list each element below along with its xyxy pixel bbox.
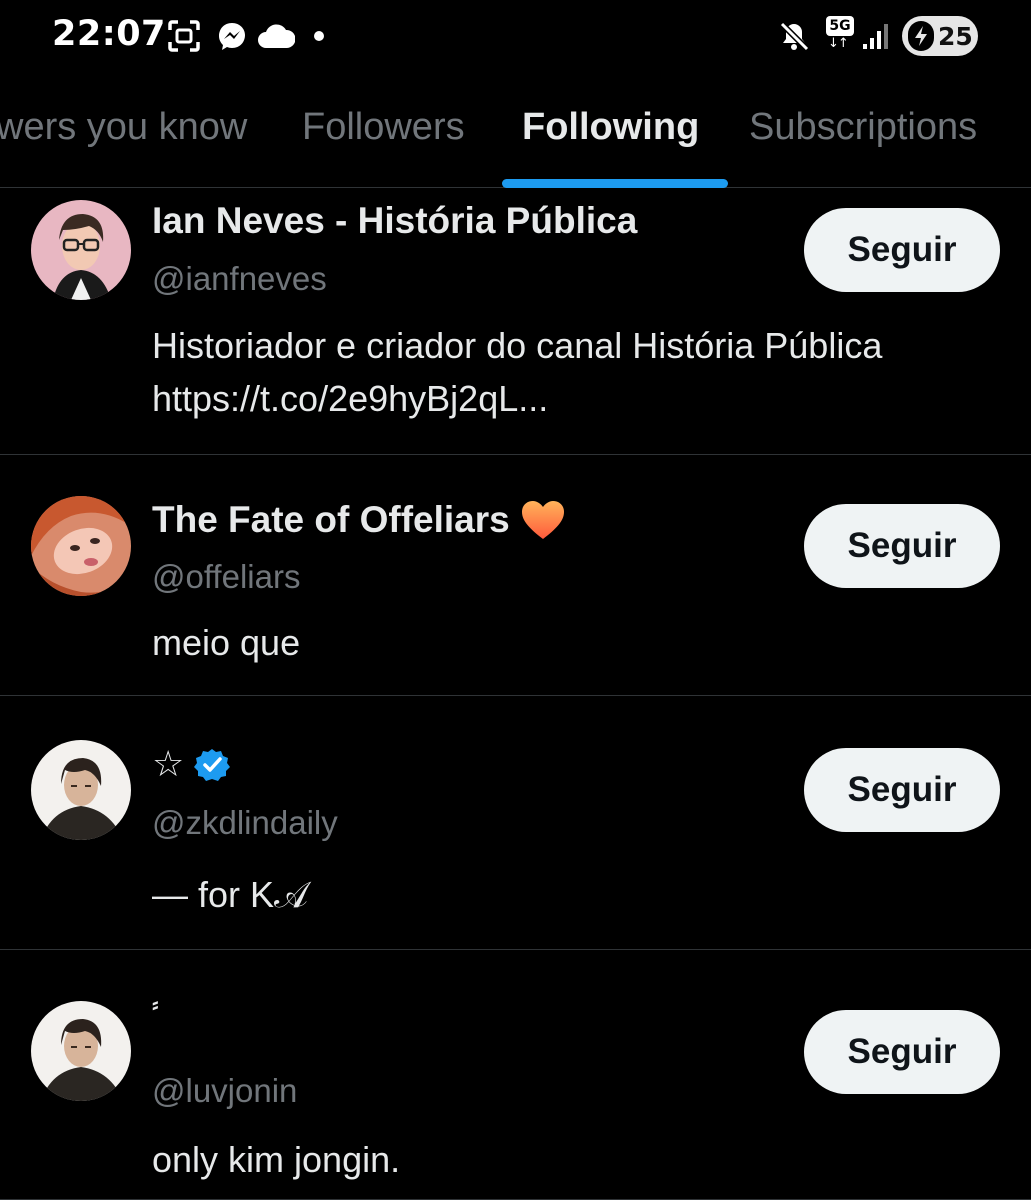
bio-line: Historiador e criador do canal História … <box>152 325 883 366</box>
user-bio: only kim jongin. <box>152 1133 1012 1186</box>
status-time: 22:07 <box>52 14 166 54</box>
screenshot-icon <box>166 18 202 54</box>
user-name-text: The Fate of Offeliars <box>152 499 510 540</box>
tab-followers-you-know[interactable]: wers you know <box>0 106 247 149</box>
verified-badge-icon <box>194 747 231 783</box>
user-name-text: ☆ <box>152 744 185 785</box>
tab-subscriptions[interactable]: Subscriptions <box>749 106 977 149</box>
user-name[interactable]: ⸗ <box>152 994 159 1017</box>
user-name-text: Ian Neves - História Pública <box>152 200 638 241</box>
avatar[interactable] <box>31 1001 131 1101</box>
bio-line: — for K𝒜 <box>152 874 309 915</box>
user-name[interactable]: The Fate of Offeliars <box>152 499 566 541</box>
network-arrows: ↓↑ <box>828 36 849 51</box>
bio-line: only kim jongin. <box>152 1139 401 1180</box>
user-row[interactable]: Ian Neves - História Pública @ianfneves … <box>0 188 1031 455</box>
avatar[interactable] <box>31 200 131 300</box>
follow-button[interactable]: Seguir <box>804 504 1000 588</box>
avatar[interactable] <box>31 740 131 840</box>
user-handle[interactable]: @zkdlindaily <box>152 804 338 842</box>
user-bio: — for K𝒜 <box>152 868 1012 921</box>
user-handle[interactable]: @ianfneves <box>152 260 327 298</box>
follow-button[interactable]: Seguir <box>804 748 1000 832</box>
messenger-icon <box>214 18 250 54</box>
active-tab-indicator <box>502 179 728 188</box>
dot-icon <box>310 18 328 54</box>
battery-charging-icon: 25 <box>902 16 978 56</box>
tab-followers[interactable]: Followers <box>302 106 465 149</box>
cloud-icon <box>256 18 296 54</box>
user-bio: Historiador e criador do canal História … <box>152 319 1012 425</box>
follow-button[interactable]: Seguir <box>804 208 1000 292</box>
battery-level: 25 <box>938 21 973 51</box>
signal-icon <box>860 18 894 54</box>
orange-heart-icon <box>520 499 566 541</box>
avatar[interactable] <box>31 496 131 596</box>
mute-icon <box>776 18 812 54</box>
user-handle[interactable]: @luvjonin <box>152 1072 297 1110</box>
tab-following[interactable]: Following <box>522 106 699 149</box>
bio-link[interactable]: https://t.co/2e9hyBj2qL... <box>152 372 1012 425</box>
tab-bar: wers you know Followers Following Subscr… <box>0 82 1031 188</box>
user-handle[interactable]: @offeliars <box>152 558 300 596</box>
user-row[interactable]: ☆ @zkdlindaily Seguir — for K𝒜 <box>0 696 1031 950</box>
network-5g-icon: 5G <box>826 16 854 36</box>
user-name[interactable]: Ian Neves - História Pública <box>152 200 637 242</box>
user-name-text: ⸗ <box>152 994 159 1016</box>
follow-button[interactable]: Seguir <box>804 1010 1000 1094</box>
user-row[interactable]: The Fate of Offeliars @offeliars Seguir … <box>0 455 1031 696</box>
user-row[interactable]: ⸗ @luvjonin Seguir only kim jongin. <box>0 950 1031 1200</box>
bio-line: meio que <box>152 622 301 663</box>
bolt-icon <box>908 21 934 51</box>
user-bio: meio que <box>152 616 1012 669</box>
status-bar: 22:07 5G ↓↑ 25 <box>0 0 1031 78</box>
user-name[interactable]: ☆ <box>152 744 231 785</box>
